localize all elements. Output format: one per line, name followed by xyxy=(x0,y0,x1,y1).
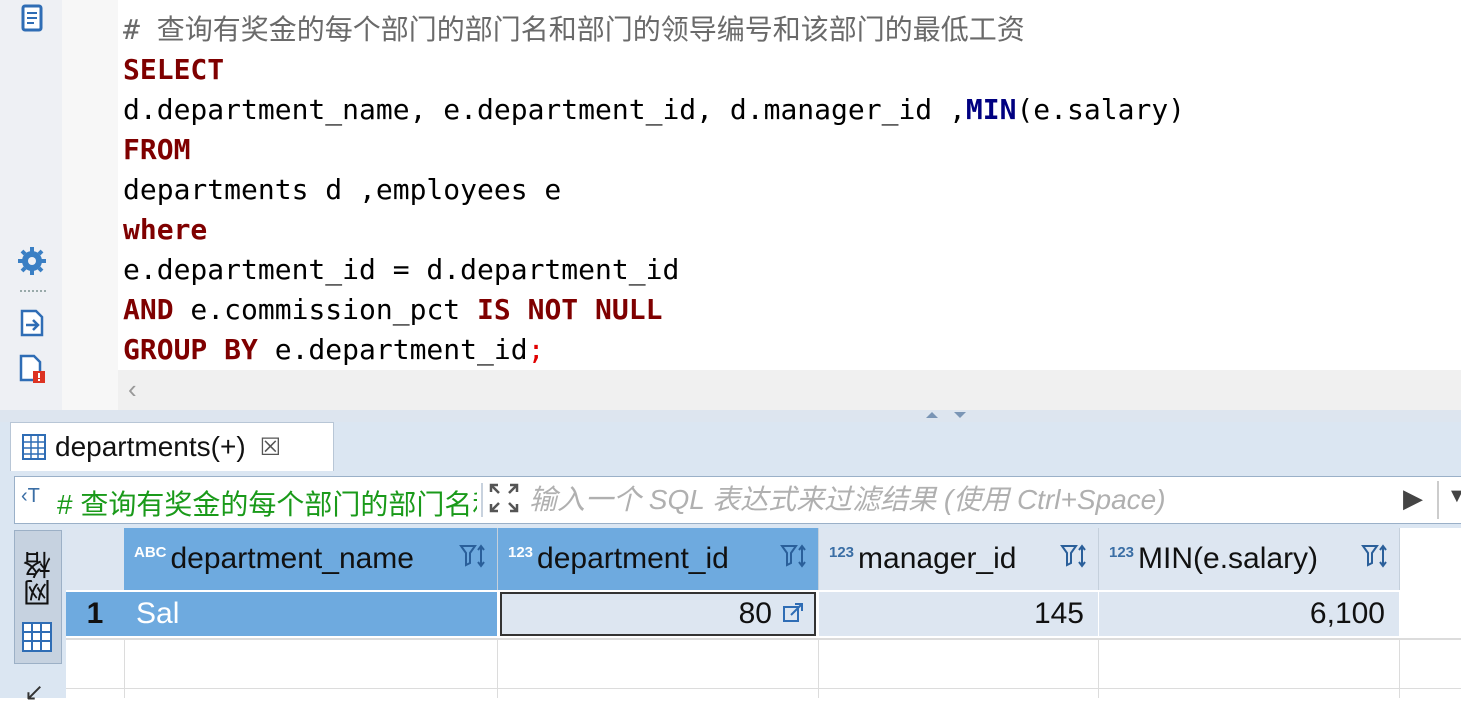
code-token: departments d ,employees e xyxy=(123,173,562,206)
cell-department-name[interactable]: Sal xyxy=(124,592,497,636)
grid-line xyxy=(818,638,819,698)
script-icon[interactable] xyxy=(14,2,50,36)
tab-departments[interactable]: departments(+) ☒ xyxy=(10,422,334,471)
filter-query-text: # 查询有奖金的每个部门的部门名和部门的 xyxy=(57,489,477,520)
grid-line xyxy=(497,638,498,698)
filter-history-icon[interactable]: ‹T xyxy=(21,485,40,508)
code-token: SELECT xyxy=(123,53,225,86)
cell-value: 80 xyxy=(738,597,772,630)
code-token: MIN xyxy=(965,93,1017,126)
code-token: d.department_name, e.department_id, d.ma… xyxy=(123,93,966,126)
sort-filter-icon[interactable] xyxy=(1361,542,1391,577)
collapse-icon[interactable]: ↙ xyxy=(24,678,44,707)
code-token: (e.salary) xyxy=(1016,93,1186,126)
column-header-min-salary[interactable]: 123 MIN(e.salary) xyxy=(1099,528,1400,590)
filter-expression-input[interactable] xyxy=(529,477,1409,523)
editor-side-toolbar xyxy=(0,0,62,410)
horizontal-scrollbar[interactable]: ‹ xyxy=(118,370,1461,410)
sort-filter-icon[interactable] xyxy=(1060,542,1090,577)
row-number[interactable]: 1 xyxy=(66,592,124,636)
column-label: MIN(e.salary) xyxy=(1138,542,1319,575)
column-header-manager-id[interactable]: 123 manager_id xyxy=(819,528,1099,590)
grid-line xyxy=(1399,638,1400,698)
results-panel: departments(+) ☒ ‹T # 查询有奖金的每个部门的部门名和部门的… xyxy=(0,422,1461,706)
number-locked-type-icon: 123 xyxy=(1109,543,1135,561)
code-line[interactable]: GROUP BY e.department_id; xyxy=(123,330,544,370)
toolbar-divider xyxy=(20,290,46,292)
apply-filter-icon[interactable]: ▶ xyxy=(1403,483,1423,514)
export-icon[interactable] xyxy=(14,306,50,340)
results-grid: ABC department_name 123 department_id 12… xyxy=(66,528,1461,698)
grid-view-label: 网格 xyxy=(23,551,54,607)
cell-department-id[interactable]: 80 xyxy=(500,592,816,636)
code-line[interactable]: departments d ,employees e xyxy=(123,170,561,210)
sql-editor[interactable]: # 查询有奖金的每个部门的部门名和部门的领导编号和该部门的最低工资 SELECT d… xyxy=(118,0,1461,370)
code-token: FROM xyxy=(123,133,191,166)
column-header-department-name[interactable]: ABC department_name xyxy=(124,528,498,590)
code-line[interactable]: AND e.commission_pct IS NOT NULL xyxy=(123,290,662,330)
filter-bar: ‹T # 查询有奖金的每个部门的部门名和部门的 ▶ ▼ xyxy=(14,476,1461,524)
grid-icon xyxy=(21,621,53,658)
number-key-type-icon: 123 xyxy=(508,543,534,561)
cell-manager-id[interactable]: 145 xyxy=(819,592,1098,636)
panel-splitter[interactable] xyxy=(0,410,1461,422)
expand-filter-icon[interactable] xyxy=(489,483,519,518)
table-grid-icon xyxy=(21,433,47,461)
code-line[interactable]: # 查询有奖金的每个部门的部门名和部门的领导编号和该部门的最低工资 xyxy=(123,10,1025,50)
grid-line xyxy=(124,638,125,698)
code-line[interactable]: where xyxy=(123,210,207,250)
code-token: # 查询有奖金的每个部门的部门名和部门的领导编号和该部门的最低工资 xyxy=(123,13,1025,46)
code-token: where xyxy=(123,213,208,246)
open-reference-icon[interactable] xyxy=(782,602,804,629)
code-token: e.commission_pct xyxy=(173,293,478,326)
column-label: department_id xyxy=(537,542,729,575)
grid-view-tab[interactable]: 网格 xyxy=(14,530,62,664)
row-header-corner[interactable] xyxy=(66,528,125,590)
code-token: ; xyxy=(527,333,545,366)
splitter-arrows-icon[interactable] xyxy=(924,410,968,420)
column-header-department-id[interactable]: 123 department_id xyxy=(498,528,819,590)
filter-divider-2 xyxy=(1437,481,1439,519)
number-type-icon: 123 xyxy=(829,543,855,561)
code-line[interactable]: FROM xyxy=(123,130,190,170)
text-type-icon: ABC xyxy=(134,543,167,561)
column-label: department_name xyxy=(170,542,415,575)
code-line[interactable]: e.department_id = d.department_id xyxy=(123,250,679,290)
problems-icon[interactable] xyxy=(14,352,50,386)
code-token: e.department_id = d.department_id xyxy=(123,253,680,286)
cell-min-salary[interactable]: 6,100 xyxy=(1099,592,1399,636)
filter-history-dropdown-icon[interactable]: ▼ xyxy=(1447,485,1461,508)
column-label: manager_id xyxy=(858,542,1017,575)
code-token: e.department_id xyxy=(257,333,528,366)
code-token: IS NOT NULL xyxy=(477,293,663,326)
grid-side-panel: 网格 ↙ xyxy=(14,530,62,706)
grid-line xyxy=(1098,638,1099,698)
grid-line xyxy=(66,688,1461,689)
editor-gutter xyxy=(62,0,118,410)
close-tab-icon[interactable]: ☒ xyxy=(260,433,282,462)
settings-gear-icon[interactable] xyxy=(14,244,50,278)
sort-filter-icon[interactable] xyxy=(780,542,810,577)
code-line[interactable]: d.department_name, e.department_id, d.ma… xyxy=(123,90,1185,130)
code-line[interactable]: SELECT xyxy=(123,50,224,90)
scroll-left-icon[interactable]: ‹ xyxy=(128,374,137,405)
code-token: AND xyxy=(123,293,174,326)
filter-divider xyxy=(481,483,483,517)
grid-line xyxy=(66,638,1461,640)
tab-label: departments(+) xyxy=(55,431,246,462)
code-token: GROUP BY xyxy=(123,333,258,366)
sort-filter-icon[interactable] xyxy=(459,542,489,577)
